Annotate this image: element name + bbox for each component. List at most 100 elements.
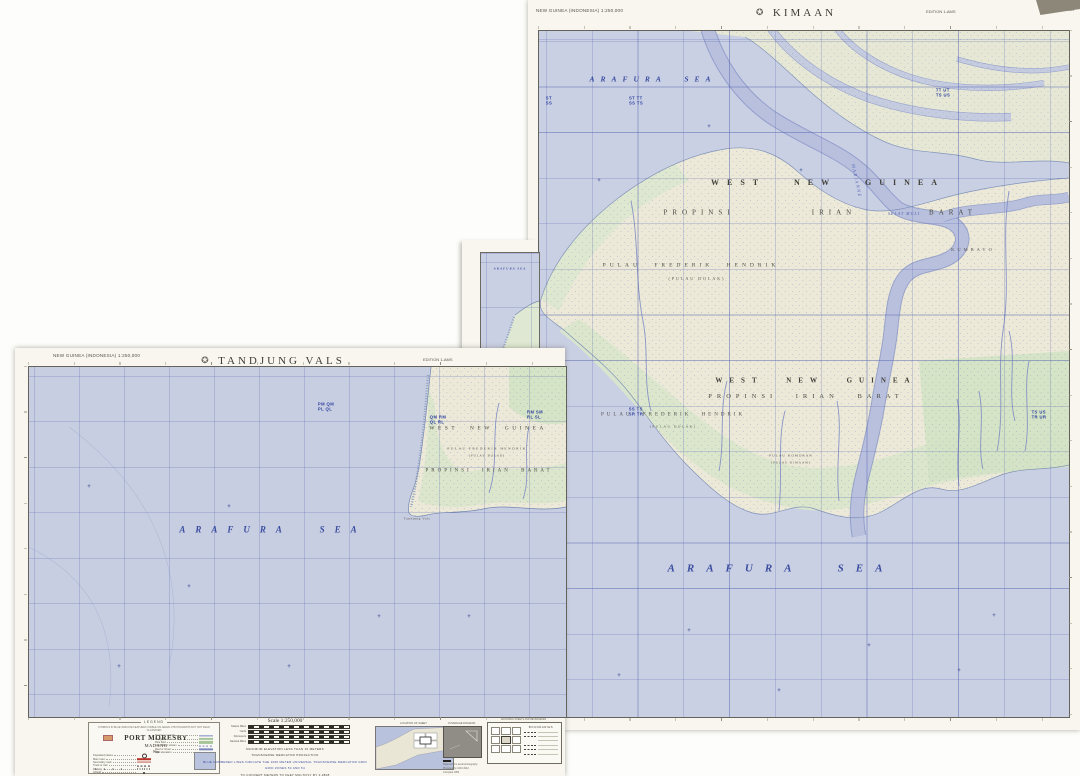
- scale-bar-row: Yards: [220, 729, 350, 734]
- map-label: ARAFURA SEA: [493, 266, 527, 271]
- map-label: (PULAU KIMAAM): [771, 460, 811, 465]
- adjoining-sheet-cell: [501, 744, 511, 753]
- adjoining-sheet-cell: [511, 735, 521, 745]
- extension-labels: ARAFURA SEA: [481, 253, 539, 353]
- grid-square-label: PM QM PL QL: [317, 401, 335, 412]
- map-label: Tandjung Vals: [403, 516, 431, 521]
- sea-cross-mark: +: [867, 643, 871, 649]
- sea-cross-mark: +: [799, 168, 803, 174]
- sea-cross-mark: +: [287, 664, 291, 670]
- index-map-art: [376, 727, 453, 769]
- left-edge-ticks: [24, 366, 27, 716]
- map-label: SELAT MULI: [888, 211, 920, 216]
- map-label: IRIAN: [811, 208, 857, 217]
- map-label: PROPINSI: [663, 208, 735, 217]
- legend-item: Airfield: [93, 771, 151, 774]
- sea-cross-mark: +: [87, 484, 91, 490]
- adjoining-sheet-cell: [501, 727, 511, 736]
- legend-symbol-green: [199, 737, 213, 741]
- grid-square-label: RM SM RL SL: [527, 409, 543, 420]
- legend-symbol-blue: [199, 734, 213, 737]
- tandjung-vals-map-area: WEST NEW GUINEA PULAU FREDERIK HENDRIK (PU…: [28, 366, 567, 718]
- photo-coverage-art: [449, 730, 478, 750]
- bottom-edge-ticks: [538, 718, 1068, 721]
- current-sheet-cell: [501, 735, 511, 745]
- index-map-block: LOCATION OF SHEET: [375, 722, 454, 770]
- sea-cross-mark: +: [117, 664, 121, 670]
- boundaries-box: BOUNDARIES: [487, 722, 562, 764]
- grid-note-1: BLUE NUMBERED LINES INDICATE THE 1000 ME…: [203, 759, 367, 764]
- sea-cross-mark: +: [992, 613, 996, 619]
- built-up-area-swatch: [103, 735, 113, 741]
- legend-title: LEGEND: [141, 720, 167, 724]
- photo-caption-line: Compiled 1959: [443, 771, 460, 775]
- sea-cross-mark: +: [227, 504, 231, 510]
- sea-cross-mark: +: [707, 124, 711, 130]
- adjoining-sheet-cell: [511, 744, 521, 753]
- scale-block: Scale 1:250,000 Statute Miles Yards Kilome…: [220, 718, 350, 744]
- legend-symbol-dash: [137, 765, 151, 768]
- map-label: PROPINSI IRIAN BARAT: [425, 468, 553, 474]
- legend-class-numbers: 1 2 3 4: [95, 767, 126, 771]
- photo-caption-line: Mapped from aerial photography: [443, 763, 478, 767]
- grid-square-label: ST SS: [545, 95, 553, 106]
- map-label: PROPINSI IRIAN BARAT: [708, 392, 904, 400]
- edition-label: EDITION 1-AMS: [926, 9, 956, 14]
- map-label: (PULAU DOLAK): [649, 424, 697, 429]
- index-map-title: LOCATION OF SHEET: [400, 722, 427, 725]
- scanned-map-montage: NEW GUINEA (INDONESIA) 1:250,000 ✪ KIMAA…: [0, 0, 1080, 776]
- army-map-service-seal-icon: ✪: [755, 7, 764, 18]
- legend-strip: LEGEND SYMBOLS IN BLUE INDICATE FEATURES…: [15, 716, 565, 776]
- boundary-symbol-rows: [524, 730, 558, 756]
- grid-square-label: ST TT SS TS: [628, 95, 644, 106]
- boundaries-caption: ADJOINING SHEETS AND BOUNDARIES: [500, 718, 547, 721]
- legend-symbol-red: [137, 758, 151, 761]
- sea-cross-mark: +: [467, 614, 471, 620]
- grid-note-2: GRID ZONES 53 AND 54: [264, 766, 305, 771]
- map-label: PULAU KOMORAN: [769, 453, 813, 458]
- sea-cross-mark: +: [957, 668, 961, 674]
- legend-left-column: Populated places Main road Secondary road T…: [93, 753, 151, 774]
- boundaries-title: BOUNDARIES: [528, 725, 554, 729]
- scale-title: Scale 1:250,000: [267, 718, 303, 724]
- photo-caption-line: Photography 1943-1944: [443, 767, 469, 771]
- scale-bar-row: Kilometers: [220, 734, 350, 739]
- map-label: WEST NEW GUINEA: [429, 425, 547, 432]
- kimaan-map-area: ARAFURA SEA WEST NEW GUINEA PROPINSI IRIAN B…: [538, 30, 1070, 718]
- photo-coverage-box: [443, 726, 482, 758]
- grid-square-label: SS TS SR TR: [628, 406, 644, 417]
- adjoining-sheets-diagram: [491, 727, 521, 753]
- map-label: WEST NEW GUINEA: [715, 376, 917, 385]
- sheet-title: TANDJUNG VALS: [218, 354, 345, 367]
- map-sheet-kimaan: NEW GUINEA (INDONESIA) 1:250,000 ✪ KIMAA…: [528, 0, 1080, 730]
- map-label: KUMBAVO: [951, 246, 995, 252]
- scale-bars: Statute Miles Yards Kilometers Nautical Mil…: [220, 724, 350, 744]
- legend-symbol-circle: [137, 753, 151, 759]
- map-label: PULAU FREDERIK HENDRIK: [600, 412, 746, 418]
- grid-square-label: QM RM QL RL: [429, 414, 447, 425]
- map-label: ARAFURA SEA: [589, 74, 717, 84]
- projection-note: TRANSVERSE MERCATOR PROJECTION: [251, 753, 319, 758]
- series-label: NEW GUINEA (INDONESIA) 1:250,000: [53, 353, 141, 358]
- tandjung-labels-layer: WEST NEW GUINEA PULAU FREDERIK HENDRIK (PU…: [29, 367, 566, 717]
- sea-cross-mark: +: [687, 628, 691, 634]
- map-label: PULAU FREDERIK HENDRIK: [447, 446, 527, 451]
- scale-bar-row: Statute Miles: [220, 724, 350, 729]
- adjoining-sheet-cell: [511, 727, 521, 736]
- adjoining-sheet-cell: [491, 744, 501, 753]
- photo-captions: Mapped from aerial photography Photograph…: [443, 763, 480, 774]
- series-label: NEW GUINEA (INDONESIA) 1:250,000: [536, 8, 624, 13]
- legend-intro: SYMBOLS IN BLUE INDICATE FEATURES VISIBL…: [98, 725, 210, 732]
- sheet-title: KIMAAN: [772, 6, 837, 19]
- photo-legend-swatch: [443, 759, 451, 763]
- photo-coverage-block: COVERAGE DIAGRAM Mapped from aerial phot…: [443, 722, 482, 774]
- map-label: WEST NEW GUINEA: [711, 178, 945, 187]
- sea-cross-mark: +: [377, 614, 381, 620]
- kimaan-west-extension: ARAFURA SEA: [462, 240, 540, 354]
- map-label: (PULAU DOLAK): [668, 276, 726, 281]
- legend-symbol-dot: [137, 771, 151, 774]
- grid-square-label: TS US TR UR: [1031, 409, 1047, 420]
- edition-label: EDITION 1-AMS: [423, 357, 453, 362]
- map-label: BARAT: [929, 208, 977, 217]
- kimaan-sheet-header: NEW GUINEA (INDONESIA) 1:250,000 ✪ KIMAA…: [528, 0, 1080, 26]
